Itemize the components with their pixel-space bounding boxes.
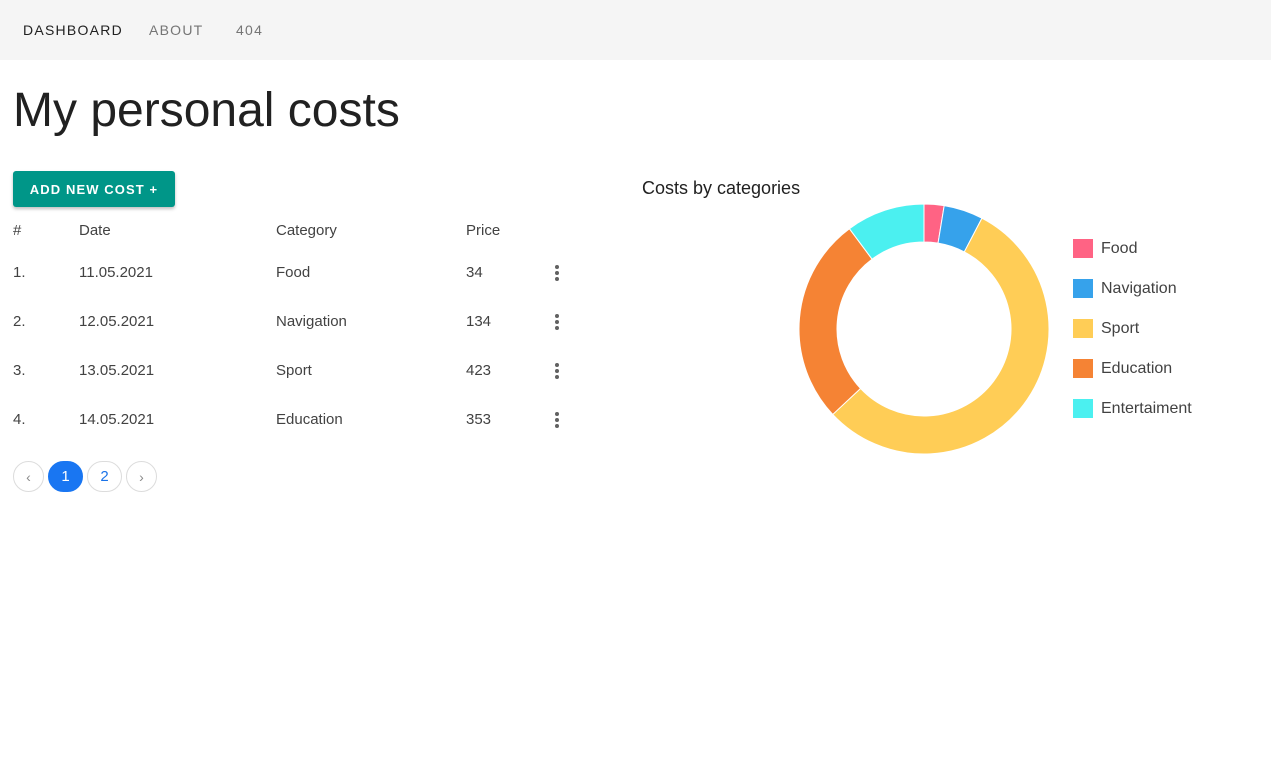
nav-about-link[interactable]: ABOUT [149,22,203,38]
row-number: 1. [13,264,26,281]
header-price: Price [466,222,501,239]
more-vert-icon[interactable] [551,262,563,284]
page-title: My personal costs [13,84,400,137]
pagination-next-button[interactable]: › [126,461,157,492]
legend-label: Sport [1101,320,1140,337]
header-number: # [13,222,22,239]
row-category: Education [276,410,343,428]
costs-table: # Date Category Price 1. 11.05.2021 Food… [13,212,573,444]
table-row: 4. 14.05.2021 Education 353 [13,395,573,444]
top-app-bar: DASHBOARD ABOUT 404 [0,0,1271,60]
legend-swatch [1073,399,1093,418]
table-row: 1. 11.05.2021 Food 34 [13,249,573,297]
row-date: 14.05.2021 [79,410,155,428]
table-row: 3. 13.05.2021 Sport 423 [13,346,573,395]
row-number: 3. [13,361,26,379]
row-price: 423 [466,361,492,379]
row-category: Navigation [276,312,347,330]
legend-swatch [1073,279,1093,298]
add-new-cost-button[interactable]: ADD NEW COST + [13,171,175,207]
row-price: 353 [466,410,492,428]
pagination-page-1[interactable]: 1 [48,461,83,492]
legend-label: Navigation [1101,280,1177,297]
row-price: 34 [466,264,483,281]
legend-label: Entertaiment [1101,400,1192,417]
costs-doughnut-chart [798,203,1050,455]
row-date: 13.05.2021 [79,361,155,379]
pagination-page-2[interactable]: 2 [87,461,122,492]
chart-title: Costs by categories [642,178,801,198]
row-price: 134 [466,312,492,330]
more-vert-icon[interactable] [551,360,563,382]
header-category: Category [276,222,337,239]
row-category: Sport [276,361,312,379]
nav-dashboard-link[interactable]: DASHBOARD [23,22,123,38]
header-date: Date [79,222,111,239]
pagination-prev-button[interactable]: ‹ [13,461,44,492]
legend-swatch [1073,359,1093,378]
donut-slice-education [798,227,873,416]
legend-swatch [1073,319,1093,338]
row-date: 11.05.2021 [79,264,153,281]
legend-swatch [1073,239,1093,258]
row-date: 12.05.2021 [79,312,155,330]
table-row: 2. 12.05.2021 Navigation 134 [13,297,573,346]
nav-404-link[interactable]: 404 [236,22,263,38]
row-number: 4. [13,410,26,428]
legend-label: Education [1101,360,1173,377]
more-vert-icon[interactable] [551,409,563,431]
table-header-row: # Date Category Price [13,212,573,249]
more-vert-icon[interactable] [551,311,563,333]
legend-label: Food [1101,240,1138,257]
row-category: Food [276,264,311,281]
row-number: 2. [13,312,26,330]
